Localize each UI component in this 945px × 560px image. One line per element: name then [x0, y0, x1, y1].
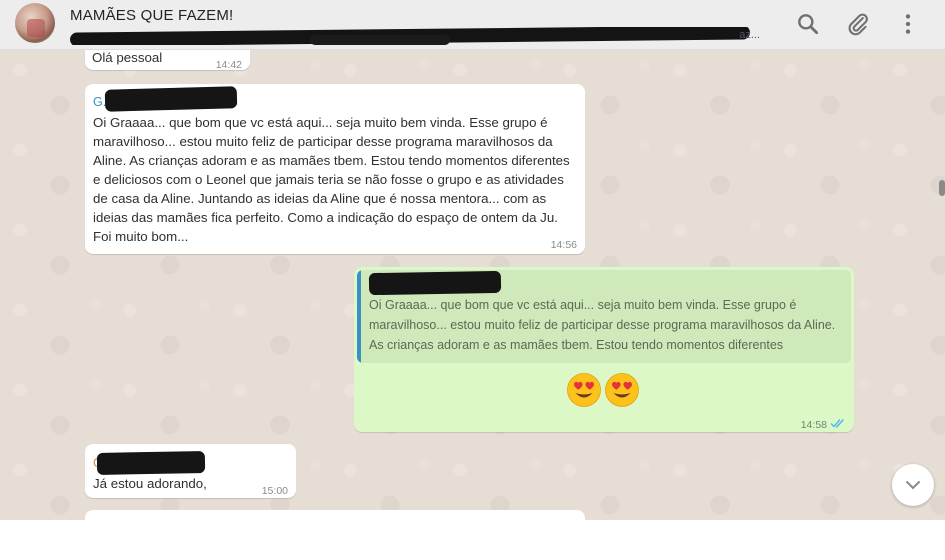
scrollbar-thumb[interactable]	[939, 180, 945, 196]
message-bubble[interactable]	[85, 510, 585, 520]
message-time: 14:58	[800, 419, 827, 431]
search-icon[interactable]	[795, 11, 821, 37]
heart-eyes-emoji-icon	[604, 372, 640, 408]
redaction-scribble	[368, 270, 502, 296]
quote-accent-bar	[357, 270, 361, 363]
quoted-message[interactable]: G Oi Graaaa... que bom que vc está aqui.…	[357, 270, 851, 363]
redaction-scribble	[310, 35, 450, 45]
message-list[interactable]: Olá pessoal 14:42 G... da Oi Graaaa... q…	[0, 50, 945, 520]
whatsapp-window: MAMÃES QUE FAZEM! az... Olá pessoal 14:4…	[0, 0, 945, 520]
more-vertical-icon[interactable]	[895, 11, 921, 37]
chat-header: MAMÃES QUE FAZEM! az...	[0, 0, 945, 50]
members-tail-text: az...	[739, 29, 760, 41]
message-bubble[interactable]: G... da Oi Graaaa... que bom que vc está…	[85, 84, 585, 254]
scroll-down-button[interactable]	[892, 464, 934, 506]
message-time: 15:00	[261, 485, 288, 497]
message-bubble[interactable]: G Oi Graaaa... que bom que vc está aqui.…	[354, 267, 854, 432]
heart-eyes-emoji-icon	[566, 372, 602, 408]
double-check-icon	[830, 415, 846, 428]
message-text: Oi Graaaa... que bom que vc está aqui...…	[93, 115, 570, 244]
chevron-down-icon	[906, 481, 920, 490]
group-title[interactable]: MAMÃES QUE FAZEM!	[70, 7, 233, 24]
message-time: 14:56	[550, 239, 577, 251]
paperclip-icon[interactable]	[845, 11, 871, 37]
group-members-list[interactable]: az...	[70, 27, 760, 45]
redaction-scribble	[104, 86, 238, 112]
message-bubble[interactable]: Olá pessoal 14:42	[85, 50, 250, 71]
message-text: Já estou adorando,	[93, 476, 207, 491]
emoji-message	[566, 372, 646, 412]
scrollbar[interactable]	[937, 50, 945, 520]
message-bubble[interactable]: G Já estou adorando, 15:00	[85, 444, 296, 498]
quoted-text: Oi Graaaa... que bom que vc está aqui...…	[369, 298, 836, 352]
message-text: Olá pessoal	[92, 50, 163, 65]
message-time: 14:42	[215, 59, 242, 71]
redaction-scribble	[96, 451, 206, 475]
group-avatar[interactable]	[15, 3, 55, 43]
